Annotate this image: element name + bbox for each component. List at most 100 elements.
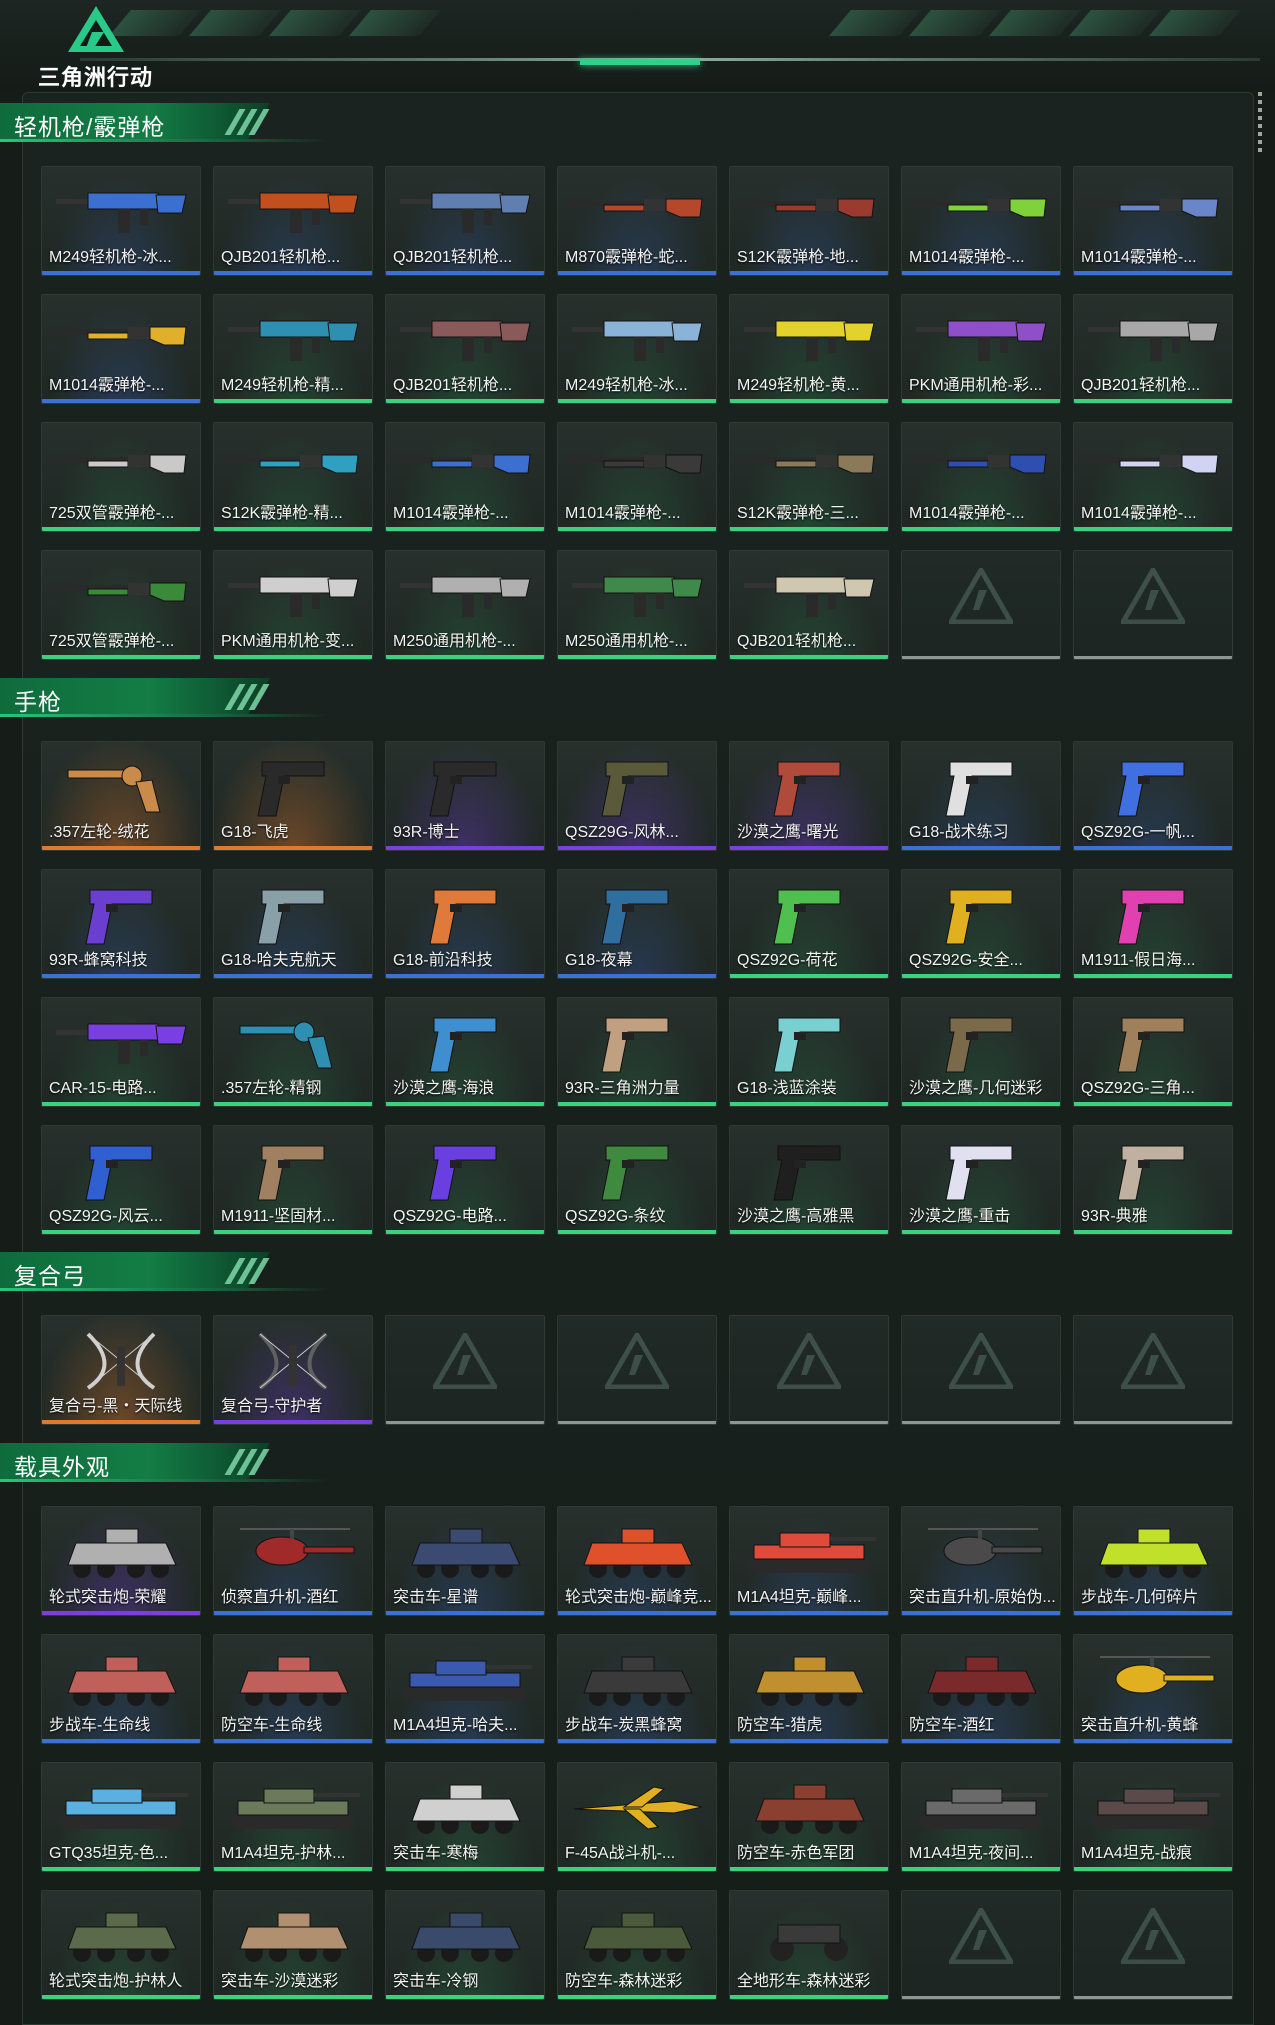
skin-card[interactable]: 沙漠之鹰-海浪 (385, 997, 545, 1107)
shotgun-icon (48, 561, 194, 629)
skin-card[interactable]: 步战车-几何碎片 (1073, 1506, 1233, 1616)
skin-card[interactable]: 突击车-冷钢 (385, 1890, 545, 2000)
shotgun-icon (392, 433, 538, 501)
skin-card[interactable]: 沙漠之鹰-重击 (901, 1125, 1061, 1235)
vehicle-icon (564, 1517, 710, 1585)
skin-card[interactable]: QSZ29G-风林... (557, 741, 717, 851)
vehicle-icon (392, 1901, 538, 1969)
skin-card[interactable]: M1A4坦克-哈夫... (385, 1634, 545, 1744)
skin-card[interactable]: S12K霰弹枪-地... (729, 166, 889, 276)
skin-card[interactable]: 全地形车-森林迷彩 (729, 1890, 889, 2000)
skin-card[interactable]: 轮式突击炮-护林人 (41, 1890, 201, 2000)
skin-card[interactable]: 725双管霰弹枪-... (41, 422, 201, 532)
skin-name: 防空车-猎虎 (737, 1717, 823, 1734)
skin-card[interactable]: 突击车-星谱 (385, 1506, 545, 1616)
skin-card[interactable]: M1014霰弹枪-... (1073, 422, 1233, 532)
skin-card[interactable]: QSZ92G-条纹 (557, 1125, 717, 1235)
skin-card[interactable]: M250通用机枪-... (557, 550, 717, 660)
skin-card[interactable]: M249轻机枪-冰... (557, 294, 717, 404)
skin-card[interactable]: M249轻机枪-冰... (41, 166, 201, 276)
skin-card[interactable]: 突击直升机-黄蜂 (1073, 1634, 1233, 1744)
skin-card[interactable]: 突击直升机-原始伪... (901, 1506, 1061, 1616)
skin-card[interactable]: G18-前沿科技 (385, 869, 545, 979)
skin-card[interactable]: QJB201轻机枪... (213, 166, 373, 276)
rarity-bar (730, 655, 888, 659)
skin-card[interactable]: PKM通用机枪-变... (213, 550, 373, 660)
skin-card[interactable]: GTQ35坦克-色... (41, 1762, 201, 1872)
skin-card[interactable]: M250通用机枪-... (385, 550, 545, 660)
rarity-bar (902, 399, 1060, 403)
skin-card[interactable]: 突击车-沙漠迷彩 (213, 1890, 373, 2000)
vehicle-icon (564, 1901, 710, 1969)
skin-card[interactable]: G18-哈夫克航天 (213, 869, 373, 979)
pistol-icon (1080, 1008, 1226, 1076)
skin-card[interactable]: 轮式突击炮-荣耀 (41, 1506, 201, 1616)
skin-card[interactable]: G18-飞虎 (213, 741, 373, 851)
pistol-icon (736, 752, 882, 820)
skin-card[interactable]: CAR-15-电路... (41, 997, 201, 1107)
skin-card[interactable]: M1A4坦克-巅峰... (729, 1506, 889, 1616)
skin-card[interactable]: 沙漠之鹰-几何迷彩 (901, 997, 1061, 1107)
skin-name: 防空车-赤色军团 (737, 1845, 855, 1862)
skin-card[interactable]: M249轻机枪-精... (213, 294, 373, 404)
skin-card[interactable]: M1014霰弹枪-... (385, 422, 545, 532)
skin-card[interactable]: M870霰弹枪-蛇... (557, 166, 717, 276)
skin-card[interactable]: 防空车-森林迷彩 (557, 1890, 717, 2000)
skin-name: M1911-假日海... (1081, 952, 1196, 969)
tank-icon (908, 1773, 1054, 1841)
skin-card[interactable]: QJB201轻机枪... (385, 294, 545, 404)
skin-card[interactable]: 93R-典雅 (1073, 1125, 1233, 1235)
scrollbar[interactable] (1258, 92, 1262, 152)
skin-card[interactable]: M1A4坦克-夜间... (901, 1762, 1061, 1872)
skin-card[interactable]: 沙漠之鹰-高雅黑 (729, 1125, 889, 1235)
skin-card[interactable]: 725双管霰弹枪-... (41, 550, 201, 660)
skin-card[interactable]: F-45A战斗机-... (557, 1762, 717, 1872)
skin-card[interactable]: G18-浅蓝涂装 (729, 997, 889, 1107)
skin-card[interactable]: QJB201轻机枪... (729, 550, 889, 660)
skin-name: M1014霰弹枪-... (909, 505, 1025, 522)
skin-card[interactable]: 突击车-寒梅 (385, 1762, 545, 1872)
skin-card[interactable]: 复合弓-守护者 (213, 1315, 373, 1425)
pistol-icon (908, 1136, 1054, 1204)
skin-card[interactable]: M1A4坦克-护林... (213, 1762, 373, 1872)
skin-card[interactable]: M249轻机枪-黄... (729, 294, 889, 404)
skin-card[interactable]: M1014霰弹枪-... (901, 422, 1061, 532)
skin-card[interactable]: QJB201轻机枪... (385, 166, 545, 276)
skin-card[interactable]: 防空车-猎虎 (729, 1634, 889, 1744)
skin-card[interactable]: .357左轮-绒花 (41, 741, 201, 851)
compound-bow-icon (48, 1326, 194, 1394)
skin-card[interactable]: 复合弓-黑・天际线 (41, 1315, 201, 1425)
skin-card[interactable]: 93R-三角洲力量 (557, 997, 717, 1107)
skin-card[interactable]: 93R-博士 (385, 741, 545, 851)
skin-card[interactable]: 93R-蜂窝科技 (41, 869, 201, 979)
rarity-bar (1074, 974, 1232, 978)
skin-card[interactable]: M1014霰弹枪-... (41, 294, 201, 404)
skin-card[interactable]: QSZ92G-安全... (901, 869, 1061, 979)
skin-card[interactable]: G18-夜幕 (557, 869, 717, 979)
skin-card[interactable]: 侦察直升机-酒红 (213, 1506, 373, 1616)
skin-card[interactable]: M1911-坚固材... (213, 1125, 373, 1235)
skin-card[interactable]: 步战车-炭黑蜂窝 (557, 1634, 717, 1744)
skin-card[interactable]: M1A4坦克-战痕 (1073, 1762, 1233, 1872)
skin-card[interactable]: .357左轮-精钢 (213, 997, 373, 1107)
skin-card[interactable]: S12K霰弹枪-精... (213, 422, 373, 532)
skin-card[interactable]: M1014霰弹枪-... (1073, 166, 1233, 276)
skin-card[interactable]: 防空车-酒红 (901, 1634, 1061, 1744)
skin-card[interactable]: G18-战术练习 (901, 741, 1061, 851)
skin-card[interactable]: 轮式突击炮-巅峰竞... (557, 1506, 717, 1616)
skin-card[interactable]: 步战车-生命线 (41, 1634, 201, 1744)
skin-card[interactable]: QSZ92G-荷花 (729, 869, 889, 979)
skin-card[interactable]: M1014霰弹枪-... (557, 422, 717, 532)
skin-card[interactable]: QJB201轻机枪... (1073, 294, 1233, 404)
skin-card[interactable]: 沙漠之鹰-曙光 (729, 741, 889, 851)
skin-card[interactable]: QSZ92G-三角... (1073, 997, 1233, 1107)
skin-card[interactable]: QSZ92G-一帆... (1073, 741, 1233, 851)
skin-card[interactable]: QSZ92G-电路... (385, 1125, 545, 1235)
skin-card[interactable]: PKM通用机枪-彩... (901, 294, 1061, 404)
skin-card[interactable]: M1911-假日海... (1073, 869, 1233, 979)
skin-card[interactable]: M1014霰弹枪-... (901, 166, 1061, 276)
skin-card[interactable]: QSZ92G-风云... (41, 1125, 201, 1235)
skin-card[interactable]: S12K霰弹枪-三... (729, 422, 889, 532)
skin-card[interactable]: 防空车-赤色军团 (729, 1762, 889, 1872)
skin-card[interactable]: 防空车-生命线 (213, 1634, 373, 1744)
